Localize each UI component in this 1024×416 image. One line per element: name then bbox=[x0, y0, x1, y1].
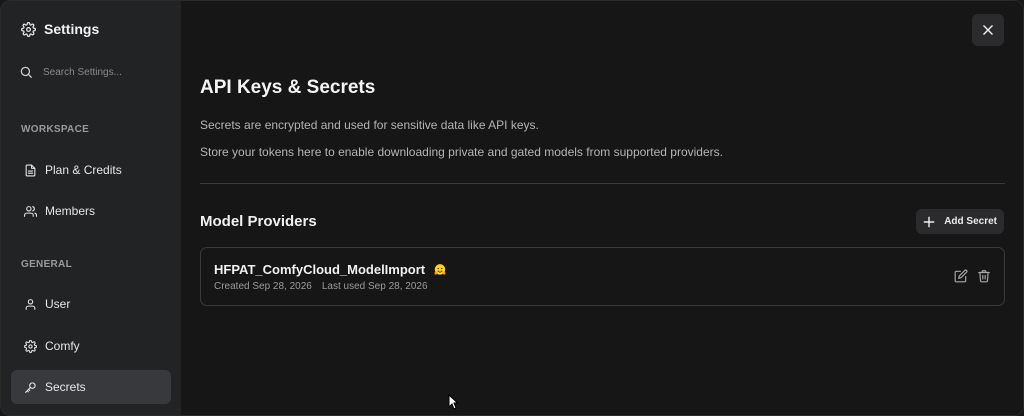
trash-icon[interactable] bbox=[977, 269, 991, 283]
add-secret-label: Add Secret bbox=[944, 216, 997, 227]
secret-actions bbox=[954, 269, 991, 283]
secrets-panel: API Keys & Secrets Secrets are encrypted… bbox=[181, 1, 1023, 415]
settings-dialog: Settings WORKSPACE Plan & Credits Member… bbox=[0, 0, 1024, 416]
document-icon bbox=[24, 164, 37, 177]
sidebar-title: Settings bbox=[21, 21, 99, 37]
settings-sidebar: Settings WORKSPACE Plan & Credits Member… bbox=[1, 1, 181, 415]
hugging-face-icon bbox=[433, 263, 447, 277]
section-label-general: GENERAL bbox=[21, 259, 72, 270]
sidebar-item-label: User bbox=[45, 297, 71, 311]
section-title: Model Providers bbox=[200, 213, 317, 230]
sidebar-item-user[interactable]: User bbox=[11, 287, 171, 321]
mouse-cursor-icon bbox=[448, 394, 458, 410]
divider bbox=[200, 183, 1005, 184]
sidebar-item-label: Comfy bbox=[45, 339, 80, 353]
secret-name-row: HFPAT_ComfyCloud_ModelImport bbox=[214, 262, 447, 277]
gear-icon bbox=[24, 339, 37, 353]
created-date: Created Sep 28, 2026 bbox=[214, 281, 312, 292]
key-icon bbox=[24, 381, 37, 394]
sidebar-title-text: Settings bbox=[44, 21, 100, 37]
users-icon bbox=[24, 205, 37, 218]
secret-name: HFPAT_ComfyCloud_ModelImport bbox=[214, 262, 426, 277]
sidebar-item-label: Members bbox=[45, 204, 96, 218]
close-icon bbox=[981, 23, 995, 37]
user-icon bbox=[24, 298, 37, 311]
last-used-date: Last used Sep 28, 2026 bbox=[321, 281, 428, 292]
sidebar-item-secrets[interactable]: Secrets bbox=[11, 370, 171, 404]
plus-icon bbox=[922, 215, 936, 229]
page-title: API Keys & Secrets bbox=[200, 77, 376, 98]
gear-icon bbox=[21, 21, 36, 37]
search-input[interactable] bbox=[43, 66, 163, 78]
section-label-workspace: WORKSPACE bbox=[21, 124, 90, 135]
search-icon bbox=[19, 65, 33, 79]
sidebar-item-plan-credits[interactable]: Plan & Credits bbox=[11, 153, 171, 187]
add-secret-button[interactable]: Add Secret bbox=[916, 209, 1004, 234]
secret-meta: Created Sep 28, 2026 Last used Sep 28, 2… bbox=[214, 281, 428, 292]
sidebar-item-members[interactable]: Members bbox=[11, 194, 171, 228]
sidebar-item-comfy[interactable]: Comfy bbox=[11, 329, 171, 363]
search-bar[interactable] bbox=[19, 63, 169, 81]
sidebar-item-label: Plan & Credits bbox=[45, 163, 122, 177]
edit-icon[interactable] bbox=[954, 269, 968, 283]
secret-card: HFPAT_ComfyCloud_ModelImport Created Sep… bbox=[200, 247, 1005, 306]
description-text: Store your tokens here to enable downloa… bbox=[200, 145, 723, 159]
description-text: Secrets are encrypted and used for sensi… bbox=[200, 118, 539, 132]
close-button[interactable] bbox=[972, 14, 1004, 46]
sidebar-item-label: Secrets bbox=[45, 380, 86, 394]
